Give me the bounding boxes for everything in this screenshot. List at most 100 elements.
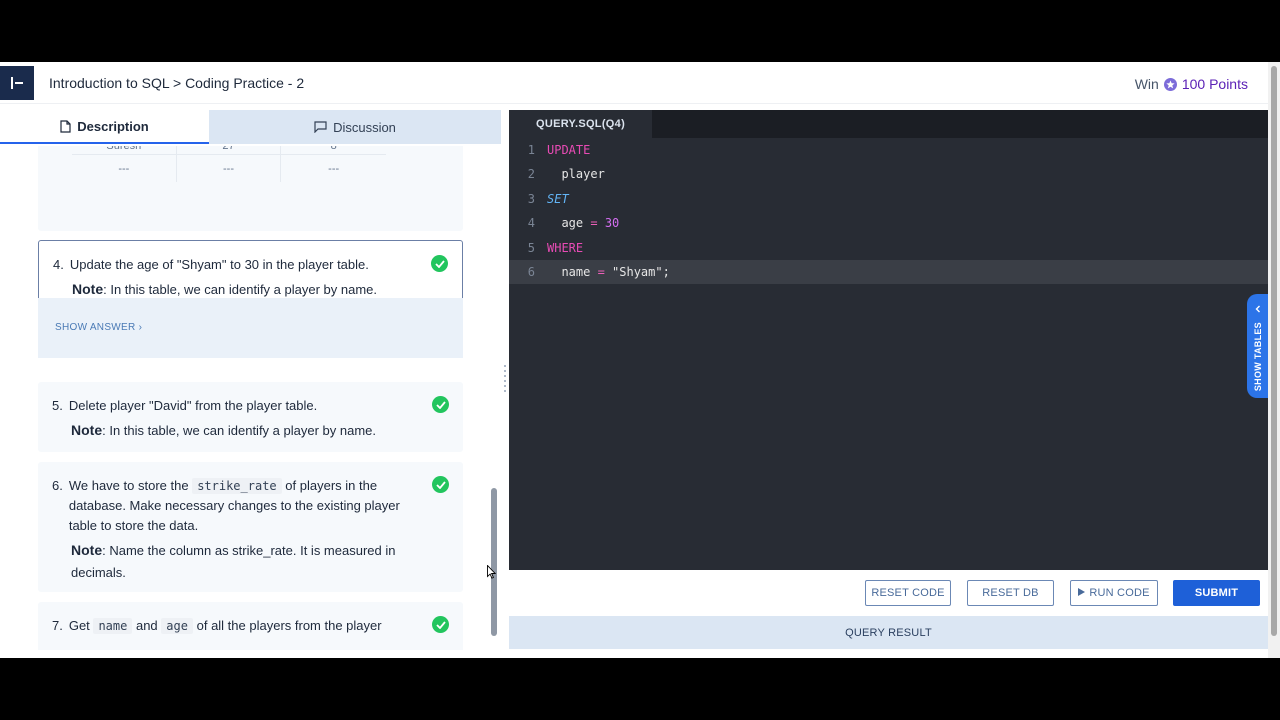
code-text: name = "Shyam"; [547, 260, 670, 284]
tab-description[interactable]: Description [0, 110, 209, 144]
panel-tabs: Description Discussion [0, 110, 501, 144]
question-number: 6. [52, 478, 63, 493]
table-row: Suresh 27 8 [72, 146, 386, 154]
code-line[interactable]: 1 UPDATE [509, 138, 1268, 162]
question-note: Note: In this table, we can identify a p… [52, 419, 423, 442]
line-number: 2 [527, 167, 535, 182]
tab-discussion-label: Discussion [333, 119, 396, 135]
question-text: Get name and age of all the players from… [69, 616, 382, 636]
page-scrollbar[interactable] [1268, 62, 1280, 658]
page-scrollbar-thumb[interactable] [1271, 66, 1277, 636]
note-text: : Name the column as strike_rate. It is … [71, 543, 396, 580]
document-icon [60, 119, 71, 133]
line-number: 1 [527, 143, 535, 157]
header: Introduction to SQL > Coding Practice - … [0, 62, 1268, 104]
completed-check-icon [432, 476, 449, 493]
resize-handle[interactable] [504, 365, 506, 393]
question-number: 7. [52, 618, 63, 633]
file-tab[interactable]: QUERY.SQL(Q4) [509, 110, 652, 138]
bottom-black-bar [0, 658, 1280, 720]
points-value: 100 Points [1181, 76, 1248, 92]
code-token: = [597, 264, 605, 279]
code-area[interactable]: 1 UPDATE 2 player 3 SET 4 age = 30 5 WHERE 6 nam… [509, 138, 1268, 285]
code-token: 30 [604, 216, 620, 231]
question-text-part: Get [68, 618, 90, 633]
question-text-part: of all the players from the player [196, 618, 382, 633]
completed-check-icon [432, 616, 449, 633]
show-tables-button[interactable]: SHOW TABLES [1247, 294, 1269, 398]
code-editor[interactable]: QUERY.SQL(Q4) 1 UPDATE 2 player 3 SET 4 age =… [509, 110, 1268, 570]
inline-code: age [161, 618, 193, 634]
question-number: 4. [53, 257, 64, 272]
run-code-button[interactable]: RUN CODE [1070, 580, 1158, 606]
code-line[interactable]: 4 age = 30 [509, 211, 1268, 235]
question-text-part: and [135, 618, 158, 633]
tab-description-label: Description [77, 118, 149, 134]
table-cell: --- [177, 155, 282, 182]
question-text-part: We have to store the [68, 478, 189, 493]
code-token: UPDATE [547, 143, 591, 157]
completed-check-icon [432, 396, 449, 413]
code-text: SET [547, 187, 569, 211]
reset-db-button[interactable]: RESET DB [967, 580, 1054, 606]
breadcrumb[interactable]: Introduction to SQL > Coding Practice - … [49, 75, 304, 91]
line-number: 4 [527, 216, 535, 231]
collapse-sidebar-icon[interactable] [0, 66, 34, 100]
code-text: player [547, 162, 605, 186]
code-token: name [547, 264, 598, 279]
chat-icon [314, 121, 327, 133]
note-label: Note [72, 281, 104, 297]
top-black-bar [0, 0, 1280, 62]
question-card-6[interactable]: 6. We have to store the strike_rate of p… [38, 462, 463, 592]
show-answer-label: SHOW ANSWER [55, 322, 136, 333]
question-text: Delete player "David" from the player ta… [68, 398, 318, 413]
run-code-label: RUN CODE [1089, 587, 1150, 599]
inline-code: name [93, 618, 133, 634]
code-line[interactable]: 3 SET [509, 187, 1268, 211]
mouse-cursor-icon [487, 565, 496, 579]
note-text: : In this table, we can identify a playe… [103, 282, 377, 297]
line-number: 5 [527, 240, 535, 255]
show-tables-label: SHOW TABLES [1253, 322, 1263, 392]
code-token: WHERE [547, 240, 584, 255]
win-label: Win [1134, 76, 1159, 92]
tab-discussion[interactable]: Discussion [209, 110, 501, 144]
table-cell: 27 [177, 146, 282, 154]
show-answer-link[interactable]: SHOW ANSWER › [55, 322, 142, 333]
sample-table: Suresh 27 8 --- --- --- [72, 146, 386, 182]
coin-icon [1163, 77, 1177, 91]
inline-code: strike_rate [192, 478, 282, 494]
code-token: "Shyam"; [604, 264, 670, 279]
previous-question-card: Suresh 27 8 --- --- --- [38, 146, 463, 231]
question-card-5[interactable]: 5. Delete player "David" from the player… [38, 382, 463, 452]
table-cell: 8 [330, 146, 337, 152]
code-text: age = 30 [547, 211, 619, 235]
query-result-bar[interactable]: QUERY RESULT [509, 616, 1268, 649]
code-text: UPDATE [547, 138, 590, 162]
table-cell: Suresh [72, 146, 177, 154]
code-text: WHERE [547, 236, 583, 260]
completed-check-icon [431, 255, 448, 272]
code-line[interactable]: 6 name = "Shyam"; [509, 259, 1268, 285]
line-number: 6 [527, 264, 535, 279]
play-icon [1078, 587, 1086, 599]
points-badge: Win 100 Points [1135, 76, 1248, 92]
code-line[interactable]: 5 WHERE [509, 236, 1268, 260]
description-scrollbar[interactable] [491, 488, 497, 636]
code-line[interactable]: 2 player [509, 162, 1268, 186]
question-text: Update the age of "Shyam" to 30 in the p… [69, 257, 369, 272]
questions-list: Suresh 27 8 --- --- --- 4. Update the ag… [0, 146, 490, 650]
table-cell: --- [72, 155, 177, 182]
answer-section: SHOW ANSWER › [38, 298, 463, 358]
description-panel: Description Discussion Suresh 27 8 --- -… [0, 110, 501, 658]
line-number: 3 [527, 191, 535, 206]
submit-button[interactable]: SUBMIT [1173, 580, 1260, 606]
question-number: 5. [52, 398, 63, 413]
note-label: Note [71, 542, 103, 558]
table-cell: --- [328, 163, 340, 175]
code-token: SET [547, 191, 569, 206]
reset-code-button[interactable]: RESET CODE [865, 580, 951, 606]
code-token: player [547, 167, 605, 182]
question-card-7[interactable]: 7. Get name and age of all the players f… [38, 602, 463, 650]
